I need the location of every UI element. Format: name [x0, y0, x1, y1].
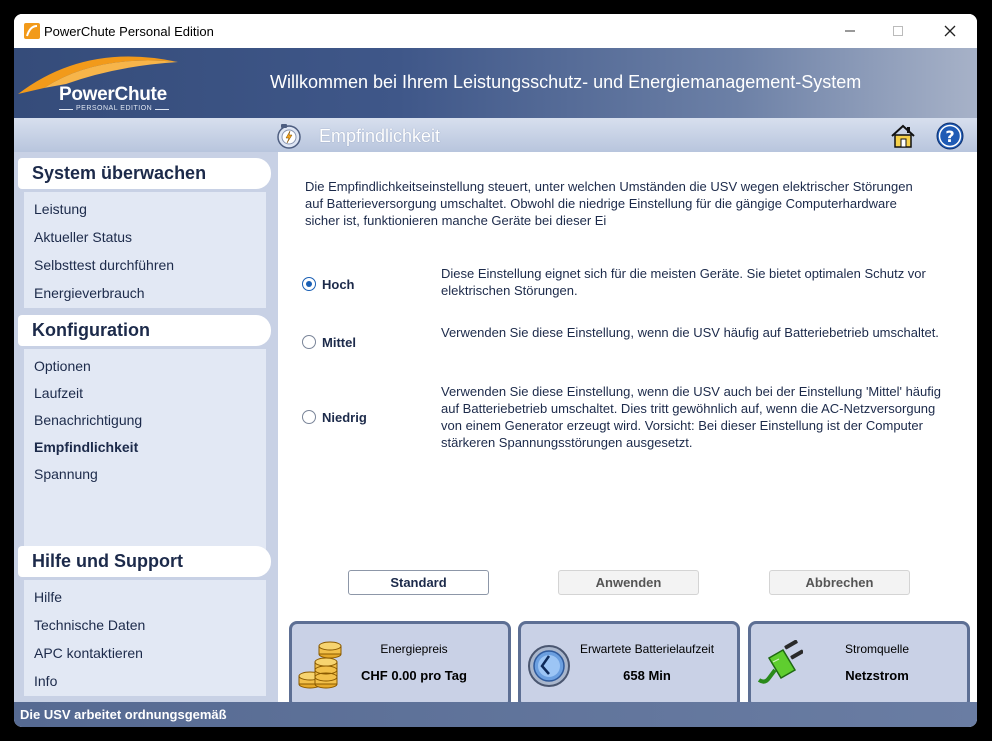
help-icon[interactable]: ?	[936, 122, 964, 150]
app-window: PowerChute Personal Edition PowerChute P…	[14, 14, 977, 727]
radio-label-niedrig[interactable]: Niedrig	[322, 410, 367, 425]
app-header: PowerChute PERSONAL EDITION Willkommen b…	[14, 48, 977, 118]
close-button[interactable]	[924, 14, 976, 48]
logo-subtitle: PERSONAL EDITION	[58, 105, 170, 112]
option-mittel-description: Verwenden Sie diese Einstellung, wenn di…	[441, 325, 939, 340]
sidebar-section-config: Konfiguration	[18, 315, 271, 346]
sidebar-item-selbsttest[interactable]: Selbsttest durchführen	[34, 257, 174, 273]
radio-hoch[interactable]	[302, 277, 316, 291]
maximize-icon	[893, 26, 903, 36]
sidebar-item-optionen[interactable]: Optionen	[34, 358, 91, 374]
panel-battery-runtime[interactable]: Erwartete Batterielaufzeit 658 Min	[518, 621, 740, 709]
radio-niedrig[interactable]	[302, 410, 316, 424]
option-hoch-description: Diese Einstellung eignet sich für die me…	[441, 266, 926, 298]
home-icon[interactable]	[890, 123, 916, 149]
sidebar-item-energieverbrauch[interactable]: Energieverbrauch	[34, 285, 145, 301]
title-bar[interactable]: PowerChute Personal Edition	[14, 14, 977, 48]
window-title: PowerChute Personal Edition	[44, 24, 214, 39]
panel-battery-runtime-label: Erwartete Batterielaufzeit	[579, 642, 715, 656]
option-niedrig-description: Verwenden Sie diese Einstellung, wenn di…	[441, 384, 941, 450]
panel-power-source-value: Netzstrom	[845, 668, 909, 683]
svg-text:?: ?	[945, 127, 954, 146]
panel-power-source[interactable]: Stromquelle Netzstrom	[748, 621, 970, 709]
apply-button[interactable]: Anwenden	[558, 570, 699, 595]
status-text: Die USV arbeitet ordnungsgemäß	[20, 707, 227, 722]
intro-text: Die Empfindlichkeitseinstellung steuert,…	[305, 179, 913, 228]
logo-text: PowerChute	[59, 84, 167, 105]
panel-energy-price[interactable]: Energiepreis CHF 0.00 pro Tag	[289, 621, 511, 709]
main-content: Die Empfindlichkeitseinstellung steuert,…	[278, 152, 977, 709]
close-icon	[944, 25, 956, 37]
sidebar-item-benachrichtigung[interactable]: Benachrichtigung	[34, 412, 142, 428]
sidebar-item-hilfe[interactable]: Hilfe	[34, 589, 62, 605]
standard-button[interactable]: Standard	[348, 570, 489, 595]
sidebar-item-apc-kontaktieren[interactable]: APC kontaktieren	[34, 645, 143, 661]
sidebar: System überwachen Leistung Aktueller Sta…	[14, 152, 278, 702]
radio-label-mittel[interactable]: Mittel	[322, 335, 356, 350]
sidebar-item-aktueller-status[interactable]: Aktueller Status	[34, 229, 132, 245]
page-header: Empfindlichkeit ?	[14, 118, 977, 152]
header-title: Willkommen bei Ihrem Leistungsschutz- un…	[270, 72, 862, 92]
cancel-button[interactable]: Abbrechen	[769, 570, 910, 595]
panel-power-source-label: Stromquelle	[844, 642, 910, 656]
sidebar-item-empfindlichkeit[interactable]: Empfindlichkeit	[34, 439, 138, 455]
sensitivity-gauge-icon	[277, 124, 301, 149]
status-bar: Die USV arbeitet ordnungsgemäß	[14, 702, 977, 727]
panel-energy-price-label: Energiepreis	[380, 642, 448, 656]
minimize-button[interactable]	[824, 14, 876, 48]
sidebar-item-laufzeit[interactable]: Laufzeit	[34, 385, 83, 401]
sidebar-item-info[interactable]: Info	[34, 673, 57, 689]
app-logo-icon	[24, 23, 40, 39]
sidebar-section-help-body: Hilfe Technische Daten APC kontaktieren …	[24, 580, 266, 696]
sidebar-item-spannung[interactable]: Spannung	[34, 466, 98, 482]
sidebar-section-monitor: System überwachen	[18, 158, 271, 189]
sidebar-section-monitor-body: Leistung Aktueller Status Selbsttest dur…	[24, 192, 266, 308]
page-title: Empfindlichkeit	[319, 126, 441, 146]
panel-battery-runtime-value: 658 Min	[623, 668, 671, 683]
sidebar-section-config-body: Optionen Laufzeit Benachrichtigung Empfi…	[24, 349, 266, 554]
sidebar-section-help: Hilfe und Support	[18, 546, 271, 577]
radio-mittel[interactable]	[302, 335, 316, 349]
radio-label-hoch[interactable]: Hoch	[322, 277, 355, 292]
maximize-button[interactable]	[872, 14, 924, 48]
sidebar-item-technische-daten[interactable]: Technische Daten	[34, 617, 145, 633]
minimize-icon	[845, 30, 855, 32]
panel-energy-price-value: CHF 0.00 pro Tag	[361, 668, 467, 683]
sidebar-item-leistung[interactable]: Leistung	[34, 201, 87, 217]
